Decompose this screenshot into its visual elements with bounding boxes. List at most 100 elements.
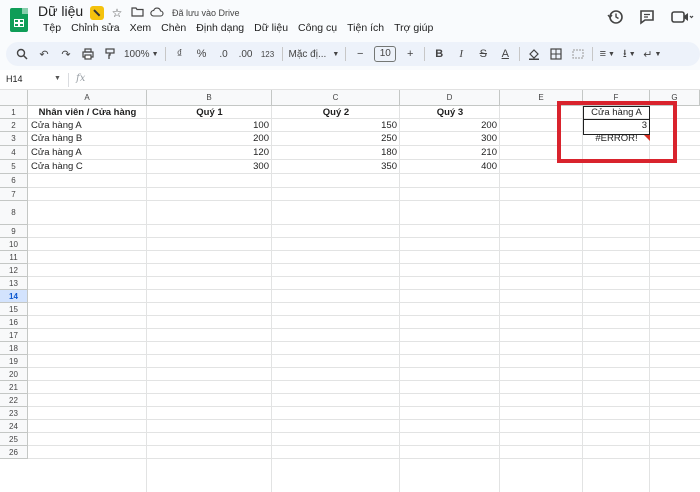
menu-format[interactable]: Định dạng xyxy=(191,22,249,34)
merge-cells-icon[interactable] xyxy=(570,45,586,63)
row-header-9[interactable]: 9 xyxy=(0,225,28,238)
text-wrapping-icon[interactable]: ↵ ▼ xyxy=(643,45,661,63)
row-header-1[interactable]: 1 xyxy=(0,106,28,119)
cell-d2[interactable]: 200 xyxy=(400,119,500,132)
document-title[interactable]: Dữ liệu xyxy=(38,3,83,19)
comments-icon[interactable] xyxy=(638,8,656,26)
fx-icon: fx xyxy=(76,73,86,84)
menu-data[interactable]: Dữ liệu xyxy=(249,22,293,34)
paint-format-icon[interactable] xyxy=(102,45,118,63)
cell-b5[interactable]: 300 xyxy=(147,160,272,174)
cell-c2[interactable]: 150 xyxy=(272,119,400,132)
italic-button[interactable]: I xyxy=(453,45,469,63)
column-header-b[interactable]: B xyxy=(147,90,272,106)
row-header-14[interactable]: 14 xyxy=(0,290,28,303)
row-header-12[interactable]: 12 xyxy=(0,264,28,277)
row-header-19[interactable]: 19 xyxy=(0,355,28,368)
cell-a5[interactable]: Cửa hàng C xyxy=(28,160,147,174)
font-select[interactable]: Mặc đị... ▼ xyxy=(289,45,340,63)
horizontal-align-icon[interactable]: ≡ ▼ xyxy=(599,45,615,63)
more-formats-button[interactable]: 123 xyxy=(260,45,276,63)
cell-a3[interactable]: Cửa hàng B xyxy=(28,132,147,146)
strikethrough-button[interactable]: S xyxy=(475,45,491,63)
row-header-11[interactable]: 11 xyxy=(0,251,28,264)
undo-icon[interactable]: ↶ xyxy=(36,45,52,63)
save-status: Đã lưu vào Drive xyxy=(172,8,240,18)
decrease-font-size-icon[interactable]: − xyxy=(352,45,368,63)
row-header-2[interactable]: 2 xyxy=(0,119,28,132)
cell-a4[interactable]: Cửa hàng A xyxy=(28,146,147,160)
cell-c1[interactable]: Quý 2 xyxy=(272,106,400,119)
move-folder-icon[interactable] xyxy=(130,6,144,20)
column-header-c[interactable]: C xyxy=(272,90,400,106)
cell-a1[interactable]: Nhân viên / Cửa hàng xyxy=(28,106,147,119)
row-header-7[interactable]: 7 xyxy=(0,188,28,201)
bold-button[interactable]: B xyxy=(431,45,447,63)
row-header-4[interactable]: 4 xyxy=(0,146,28,160)
sheets-logo-icon[interactable] xyxy=(10,8,28,32)
row-header-17[interactable]: 17 xyxy=(0,329,28,342)
meet-video-icon[interactable] xyxy=(670,8,694,26)
cell-b2[interactable]: 100 xyxy=(147,119,272,132)
decrease-decimal-button[interactable]: .0 xyxy=(216,45,232,63)
menu-file[interactable]: Tệp xyxy=(38,22,66,34)
version-history-icon[interactable] xyxy=(606,8,624,26)
chevron-down-icon[interactable]: ▼ xyxy=(54,75,61,82)
text-color-button[interactable]: A xyxy=(497,45,513,63)
borders-icon[interactable] xyxy=(548,45,564,63)
menu-help[interactable]: Trợ giúp xyxy=(389,22,438,34)
percent-format-button[interactable]: % xyxy=(194,45,210,63)
cell-a2[interactable]: Cửa hàng A xyxy=(28,119,147,132)
zoom-select[interactable]: 100% ▼ xyxy=(124,45,159,63)
title-bar: Dữ liệu ☆ Đã lưu vào Drive Tệp Chỉnh sửa… xyxy=(0,0,700,40)
star-icon[interactable]: ☆ xyxy=(110,6,124,20)
row-header-20[interactable]: 20 xyxy=(0,368,28,381)
currency-format-button[interactable]: ₫ xyxy=(172,45,188,63)
print-icon[interactable] xyxy=(80,45,96,63)
cell-b4[interactable]: 120 xyxy=(147,146,272,160)
cell-d1[interactable]: Quý 3 xyxy=(400,106,500,119)
cell-b3[interactable]: 200 xyxy=(147,132,272,146)
select-all-corner[interactable] xyxy=(0,90,28,106)
row-header-16[interactable]: 16 xyxy=(0,316,28,329)
row-header-25[interactable]: 25 xyxy=(0,433,28,446)
row-header-18[interactable]: 18 xyxy=(0,342,28,355)
menu-view[interactable]: Xem xyxy=(125,22,157,34)
row-header-3[interactable]: 3 xyxy=(0,132,28,146)
cell-d5[interactable]: 400 xyxy=(400,160,500,174)
menu-tools[interactable]: Công cụ xyxy=(293,22,342,34)
row-header-8[interactable]: 8 xyxy=(0,201,28,225)
vertical-align-icon[interactable]: ⭳ ▼ xyxy=(621,45,637,63)
sheets-app: Dữ liệu ☆ Đã lưu vào Drive Tệp Chỉnh sửa… xyxy=(0,0,700,492)
cell-c3[interactable]: 250 xyxy=(272,132,400,146)
row-header-21[interactable]: 21 xyxy=(0,381,28,394)
row-header-24[interactable]: 24 xyxy=(0,420,28,433)
row-header-6[interactable]: 6 xyxy=(0,174,28,188)
shortcut-badge-icon[interactable] xyxy=(90,6,104,20)
menu-bar: Tệp Chỉnh sửa Xem Chèn Định dạng Dữ liệu… xyxy=(38,22,438,34)
increase-font-size-icon[interactable]: + xyxy=(402,45,418,63)
row-header-15[interactable]: 15 xyxy=(0,303,28,316)
row-header-26[interactable]: 26 xyxy=(0,446,28,459)
fill-color-icon[interactable] xyxy=(526,45,542,63)
cloud-saved-icon xyxy=(150,6,164,20)
cell-d4[interactable]: 210 xyxy=(400,146,500,160)
redo-icon[interactable]: ↷ xyxy=(58,45,74,63)
font-size-input[interactable]: 10 xyxy=(374,46,397,62)
row-header-5[interactable]: 5 xyxy=(0,160,28,174)
column-header-a[interactable]: A xyxy=(28,90,147,106)
row-header-10[interactable]: 10 xyxy=(0,238,28,251)
increase-decimal-button[interactable]: .00 xyxy=(238,45,254,63)
cell-d3[interactable]: 300 xyxy=(400,132,500,146)
row-header-23[interactable]: 23 xyxy=(0,407,28,420)
cell-c5[interactable]: 350 xyxy=(272,160,400,174)
menu-insert[interactable]: Chèn xyxy=(156,22,191,34)
cell-c4[interactable]: 180 xyxy=(272,146,400,160)
menu-extensions[interactable]: Tiện ích xyxy=(342,22,389,34)
cell-b1[interactable]: Quý 1 xyxy=(147,106,272,119)
row-header-13[interactable]: 13 xyxy=(0,277,28,290)
search-menus-icon[interactable] xyxy=(14,45,30,63)
row-header-22[interactable]: 22 xyxy=(0,394,28,407)
column-header-d[interactable]: D xyxy=(400,90,500,106)
menu-edit[interactable]: Chỉnh sửa xyxy=(66,22,124,34)
